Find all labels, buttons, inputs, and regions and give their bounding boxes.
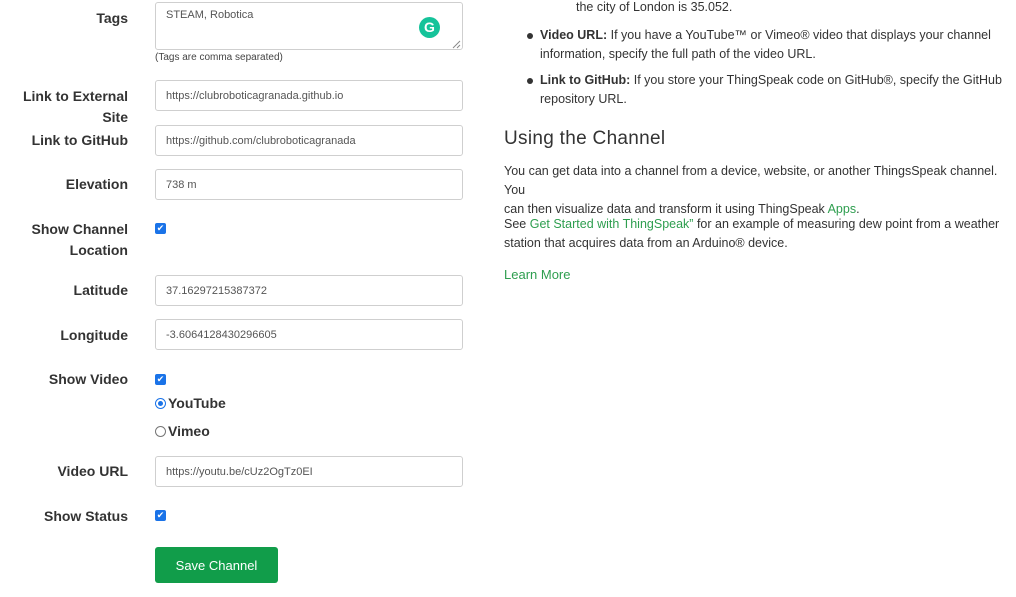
external-site-input[interactable]: [155, 80, 463, 111]
show-status-label: Show Status: [43, 508, 128, 524]
youtube-radio-option[interactable]: YouTube: [155, 395, 226, 411]
para1-line2: can then visualize data and transform it…: [504, 202, 828, 216]
using-channel-heading: Using the Channel: [504, 128, 666, 149]
para2-line2: station that acquires data from an Ardui…: [504, 236, 788, 250]
show-video-label: Show Video: [48, 371, 128, 387]
github-help-term: Link to GitHub:: [540, 73, 631, 87]
get-started-link[interactable]: Get Started with ThingSpeak”: [530, 217, 694, 231]
video-url-help-text: If you have a YouTube™ or Vimeo® video t…: [607, 28, 991, 42]
para1-period: .: [856, 202, 860, 216]
tags-hint: (Tags are comma separated): [155, 52, 283, 63]
video-url-help-text-2: information, specify the full path of th…: [540, 47, 816, 61]
video-url-help: Video URL: If you have a YouTube™ or Vim…: [540, 26, 991, 64]
video-url-input[interactable]: [155, 456, 463, 487]
london-elevation-text: the city of London is 35.052.: [576, 0, 733, 14]
resize-grip-icon[interactable]: [451, 39, 461, 49]
para2-line1: for an example of measuring dew point fr…: [693, 217, 1000, 231]
tags-label: Tags: [96, 10, 128, 26]
save-channel-button[interactable]: Save Channel: [155, 547, 278, 583]
tags-textarea[interactable]: STEAM, Robotica: [155, 2, 463, 50]
grammarly-icon[interactable]: G: [419, 17, 440, 38]
show-location-label-line2: Location: [69, 242, 128, 258]
show-video-checkbox[interactable]: ✔: [155, 374, 166, 385]
para2-see: See: [504, 217, 530, 231]
github-help-text-2: repository URL.: [540, 92, 627, 106]
elevation-input[interactable]: [155, 169, 463, 200]
bullet-icon: [527, 78, 533, 84]
vimeo-label: Vimeo: [168, 423, 210, 439]
github-help: Link to GitHub: If you store your ThingS…: [540, 71, 1002, 109]
apps-link[interactable]: Apps: [828, 202, 857, 216]
video-url-label: Video URL: [57, 463, 128, 479]
github-label: Link to GitHub: [31, 132, 128, 148]
using-channel-paragraph-1: You can get data into a channel from a d…: [504, 162, 1016, 219]
channel-settings-page: Tags STEAM, Robotica G (Tags are comma s…: [0, 0, 1016, 597]
bullet-icon: [527, 33, 533, 39]
latitude-label: Latitude: [73, 282, 128, 298]
elevation-label: Elevation: [65, 176, 128, 192]
youtube-label: YouTube: [168, 395, 226, 411]
longitude-label: Longitude: [60, 327, 128, 343]
longitude-input[interactable]: [155, 319, 463, 350]
github-help-text: If you store your ThingSpeak code on Git…: [630, 73, 1002, 87]
show-status-checkbox[interactable]: ✔: [155, 510, 166, 521]
vimeo-radio-option[interactable]: Vimeo: [155, 423, 210, 439]
youtube-radio[interactable]: [155, 397, 166, 409]
github-input[interactable]: [155, 125, 463, 156]
learn-more-link[interactable]: Learn More: [504, 265, 570, 284]
para1-line1: You can get data into a channel from a d…: [504, 164, 998, 197]
video-url-help-term: Video URL:: [540, 28, 608, 42]
using-channel-paragraph-2: See Get Started with ThingSpeak” for an …: [504, 215, 999, 253]
show-location-label-line1: Show Channel: [31, 221, 128, 237]
show-location-checkbox[interactable]: ✔: [155, 223, 166, 234]
latitude-input[interactable]: [155, 275, 463, 306]
vimeo-radio[interactable]: [155, 425, 166, 437]
external-site-label: Link to External Site: [22, 88, 128, 125]
